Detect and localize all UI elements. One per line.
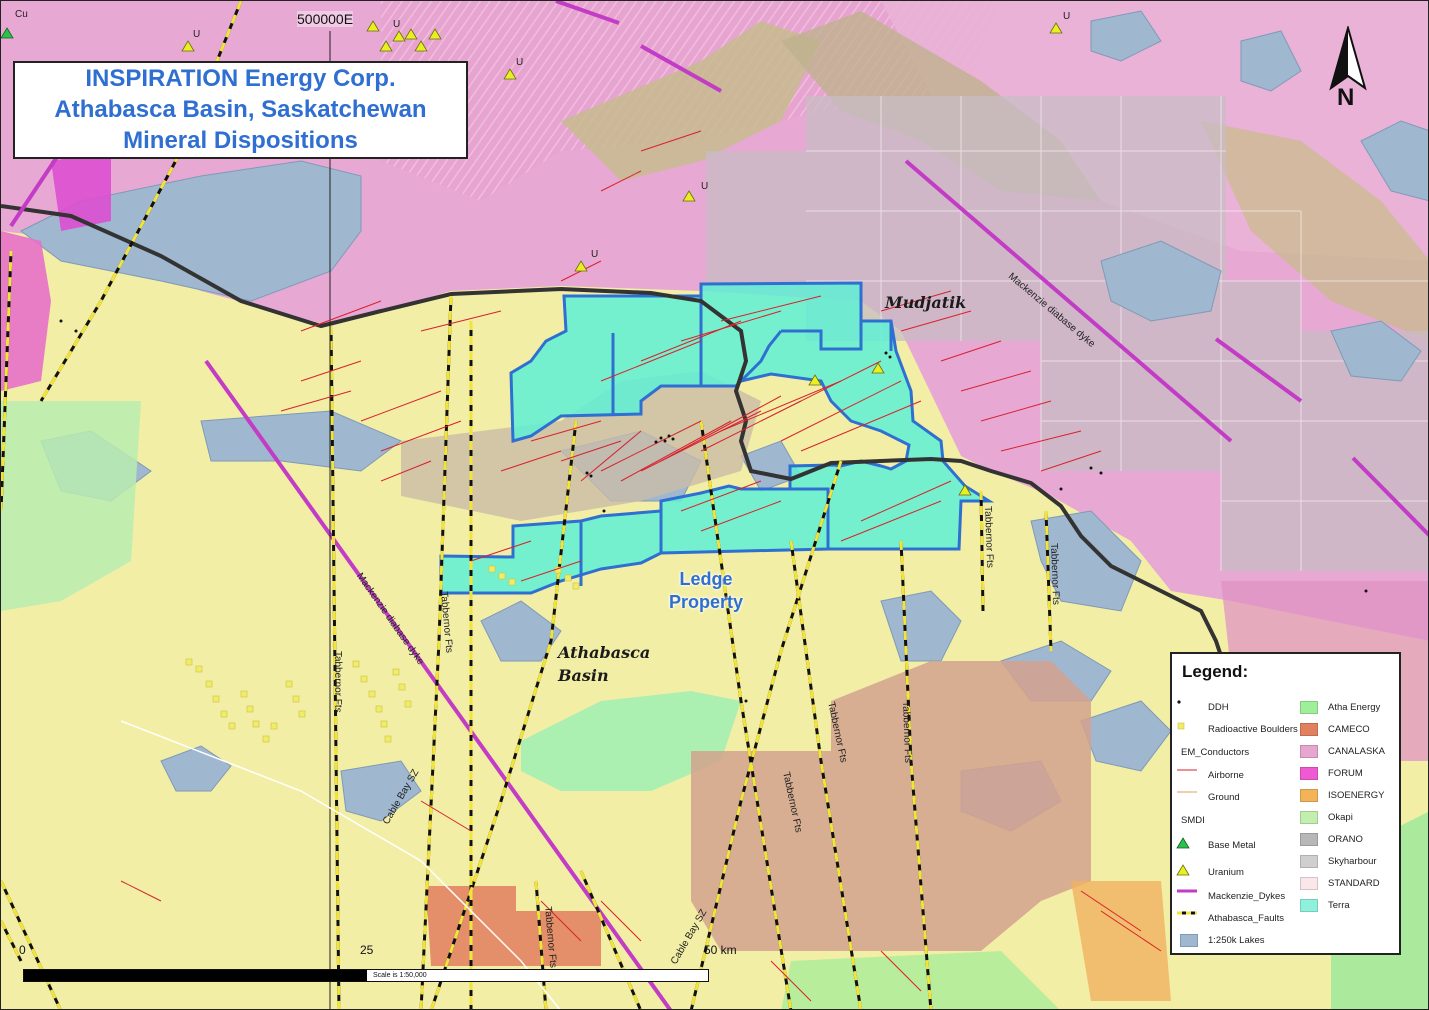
legend-header-em: EM_Conductors bbox=[1181, 747, 1250, 758]
uranium-label-3: U bbox=[591, 249, 599, 260]
atha-energy-swatch-icon bbox=[1296, 699, 1322, 715]
fault-label-1: Tabbernor Fts bbox=[332, 651, 343, 713]
athabasca-basin-label: Athabasca Basin bbox=[558, 643, 651, 685]
ledge-label-line2: Property bbox=[669, 592, 744, 612]
legend-label: 1:250k Lakes bbox=[1208, 934, 1265, 946]
legend-item-faults: Athabasca_Faults bbox=[1176, 910, 1284, 926]
scale-tick-0: 0 bbox=[19, 943, 26, 957]
legend-item-airborne: Airborne bbox=[1176, 767, 1244, 783]
legend-label: ISOENERGY bbox=[1328, 789, 1385, 801]
cameco-swatch-icon bbox=[1296, 721, 1322, 737]
uranium-label-1: U bbox=[393, 19, 401, 30]
map-title-line1: INSPIRATION Energy Corp. bbox=[85, 65, 396, 92]
legend-label: FORUM bbox=[1328, 767, 1363, 779]
cu-label: Cu bbox=[15, 9, 28, 20]
mudjatik-label: Mudjatik bbox=[885, 293, 967, 312]
legend-item-standard: STANDARD bbox=[1296, 875, 1380, 891]
north-label: N bbox=[1337, 84, 1355, 111]
fault-label-6: Tabbernor Fts bbox=[1048, 543, 1062, 606]
legend-item-orano: ORANO bbox=[1296, 831, 1363, 847]
legend-item-cameco: CAMECO bbox=[1296, 721, 1370, 737]
canalaska-swatch-icon bbox=[1296, 743, 1322, 759]
legend-label: DDH bbox=[1208, 701, 1229, 713]
ledge-property-label: Ledge Property bbox=[669, 568, 743, 614]
legend-label: Radioactive Boulders bbox=[1208, 723, 1298, 735]
orano-swatch-icon bbox=[1296, 831, 1322, 847]
uranium-triangle-icon bbox=[1176, 864, 1202, 880]
legend-label: CAMECO bbox=[1328, 723, 1370, 735]
legend-item-canalaska: CANALASKA bbox=[1296, 743, 1385, 759]
airborne-line-icon bbox=[1176, 767, 1202, 783]
scale-tick-25: 25 bbox=[360, 943, 374, 957]
north-arrow-icon: N bbox=[1323, 26, 1373, 111]
legend-item-atha-energy: Atha Energy bbox=[1296, 699, 1380, 715]
legend-label: Athabasca_Faults bbox=[1208, 912, 1285, 924]
scale-bar-black-segment bbox=[24, 970, 367, 981]
legend-label: Base Metal bbox=[1208, 839, 1256, 851]
uranium-label-6: U bbox=[193, 29, 201, 40]
uranium-label-5: U bbox=[516, 57, 524, 68]
okapi-swatch-icon bbox=[1296, 809, 1322, 825]
legend-label: Airborne bbox=[1208, 769, 1244, 781]
skyharbour-swatch-icon bbox=[1296, 853, 1322, 869]
uranium-label-2: U bbox=[701, 181, 709, 192]
map-title-line2: Athabasca Basin, Saskatchewan bbox=[54, 96, 427, 123]
ledge-label-line1: Ledge bbox=[679, 569, 733, 589]
map-title-line3: Mineral Dispositions bbox=[123, 127, 358, 154]
legend-item-base-metal: Base Metal bbox=[1176, 837, 1256, 853]
legend-item-forum: FORUM bbox=[1296, 765, 1363, 781]
fault-line-icon bbox=[1176, 910, 1202, 926]
legend-item-skyharbour: Skyharbour bbox=[1296, 853, 1377, 869]
grid-coordinate-label: 500000E bbox=[297, 11, 354, 27]
ground-line-icon bbox=[1176, 789, 1202, 805]
map-canvas[interactable]: INSPIRATION Energy Corp. Athabasca Basin… bbox=[0, 0, 1429, 1010]
legend-label: Atha Energy bbox=[1328, 701, 1381, 713]
forum-swatch-icon bbox=[1296, 765, 1322, 781]
uranium-label-4: U bbox=[1063, 11, 1071, 22]
scale-bar bbox=[23, 969, 709, 982]
legend-label: ORANO bbox=[1328, 833, 1363, 845]
legend-label: Terra bbox=[1328, 899, 1350, 911]
legend-item-okapi: Okapi bbox=[1296, 809, 1353, 825]
lake-swatch-icon bbox=[1176, 932, 1202, 948]
scale-text: Scale is 1:50,000 bbox=[373, 972, 427, 979]
boulder-square-icon bbox=[1176, 721, 1202, 737]
isoenergy-swatch-icon bbox=[1296, 787, 1322, 803]
legend-panel: Legend: DDH Radioactive Boulders EM_Cond… bbox=[1170, 652, 1401, 955]
legend-label: CANALASKA bbox=[1328, 745, 1386, 757]
terra-swatch-icon bbox=[1296, 897, 1322, 913]
legend-label: Uranium bbox=[1208, 866, 1244, 878]
ddh-dot-icon bbox=[1176, 699, 1202, 715]
legend-item-terra: Terra bbox=[1296, 897, 1350, 913]
fault-label-4: Tabbernor Fts bbox=[900, 701, 914, 764]
legend-item-lakes: 1:250k Lakes bbox=[1176, 932, 1265, 948]
legend-label: Skyharbour bbox=[1328, 855, 1377, 867]
map-title-box: INSPIRATION Energy Corp. Athabasca Basin… bbox=[13, 61, 468, 159]
legend-item-dykes: Mackenzie_Dykes bbox=[1176, 888, 1285, 904]
legend-item-isoenergy: ISOENERGY bbox=[1296, 787, 1385, 803]
legend-label: Ground bbox=[1208, 791, 1240, 803]
legend-item-uranium: Uranium bbox=[1176, 864, 1244, 880]
legend-header-smdi: SMDI bbox=[1181, 815, 1205, 826]
legend-label: Okapi bbox=[1328, 811, 1353, 823]
legend-title: Legend: bbox=[1182, 662, 1249, 681]
base-metal-triangle-icon bbox=[1176, 837, 1202, 853]
legend-label: Mackenzie_Dykes bbox=[1208, 890, 1286, 902]
fault-label-5: Tabbernor Fts bbox=[982, 506, 996, 569]
scale-tick-50: 50 km bbox=[704, 943, 737, 957]
legend-item-boulders: Radioactive Boulders bbox=[1176, 721, 1298, 737]
legend-item-ddh: DDH bbox=[1176, 699, 1229, 715]
dyke-line-icon bbox=[1176, 888, 1202, 904]
legend-item-ground: Ground bbox=[1176, 789, 1240, 805]
legend-label: STANDARD bbox=[1328, 877, 1380, 889]
standard-swatch-icon bbox=[1296, 875, 1322, 891]
